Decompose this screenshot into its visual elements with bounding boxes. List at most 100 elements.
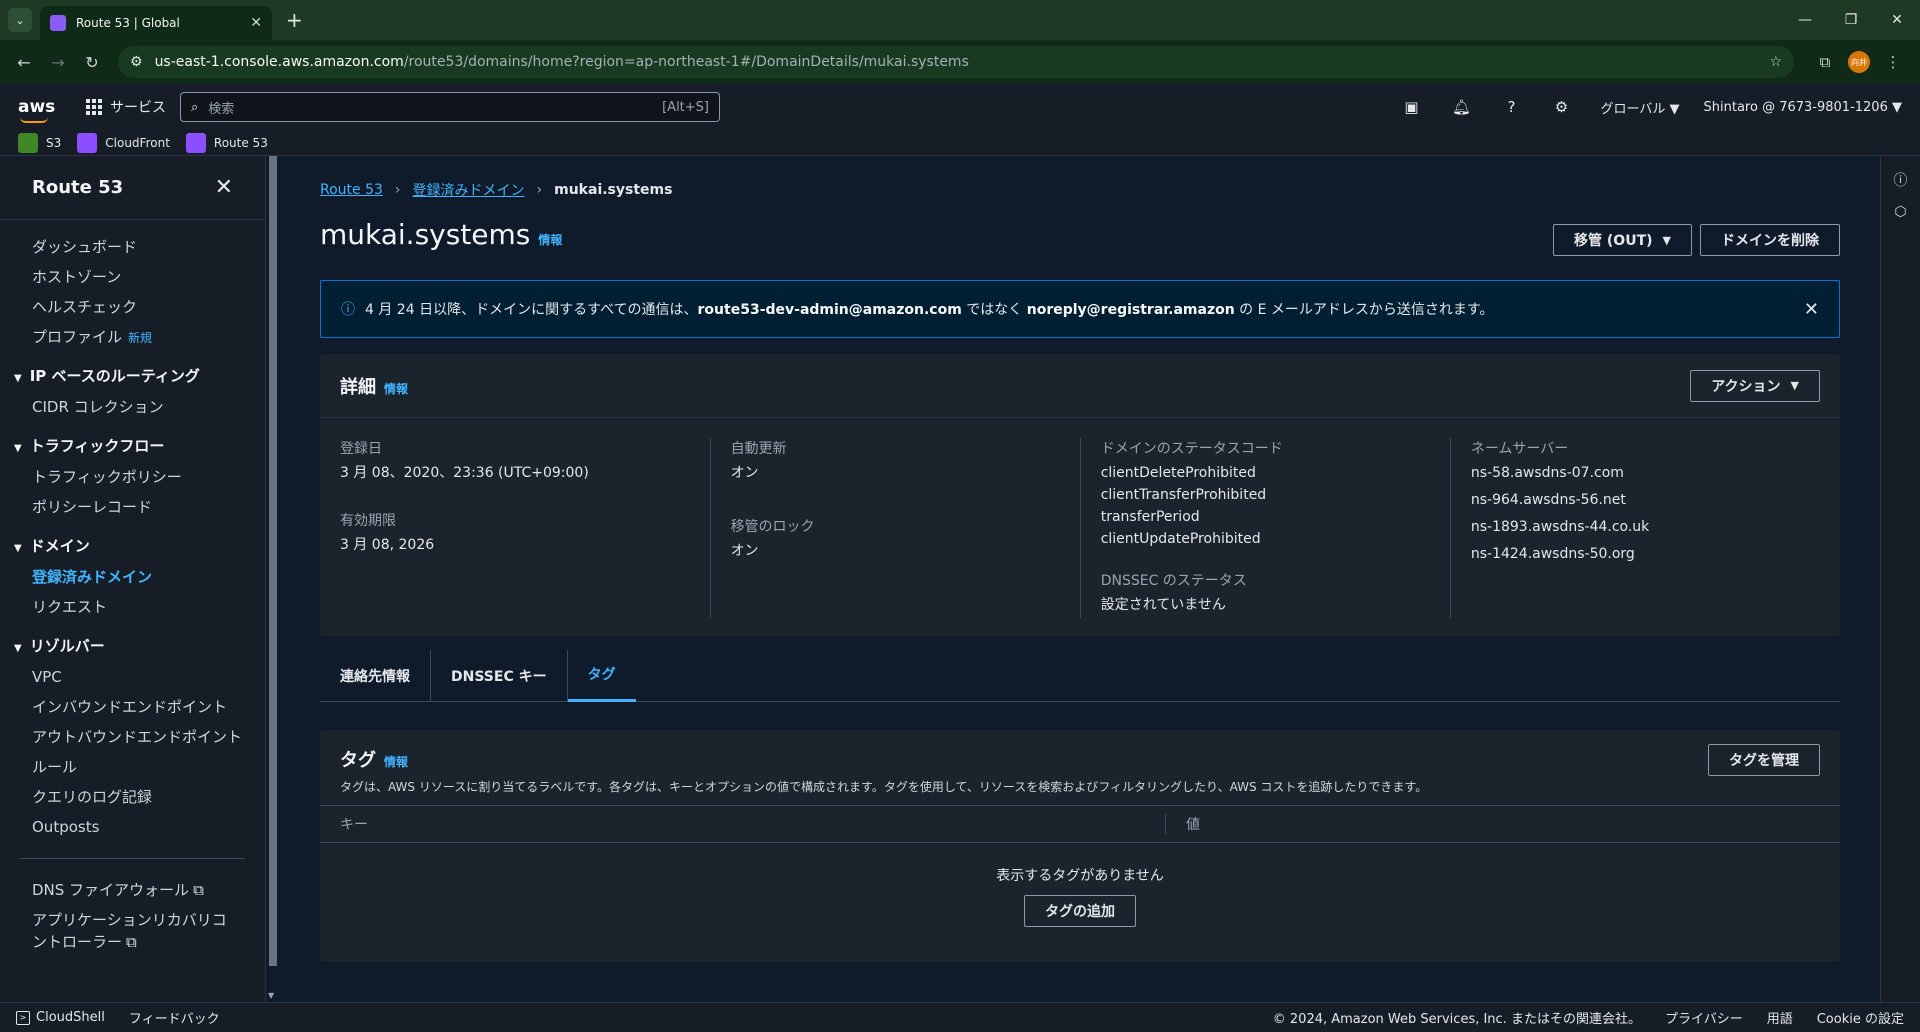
sidebar-scrollbar[interactable]: ▼ — [266, 156, 280, 1002]
info-link[interactable]: 情報 — [538, 233, 562, 247]
cloudshell-button[interactable]: > CloudShell — [16, 1010, 105, 1025]
cloudshell-terminal-icon: > — [16, 1010, 30, 1025]
restore-icon[interactable]: ❐ — [1828, 12, 1874, 28]
sidebar-item-health-checks[interactable]: ヘルスチェック — [0, 292, 265, 322]
window-close-icon[interactable]: ✕ — [1874, 12, 1920, 28]
status-code: transferPeriod — [1100, 509, 1200, 525]
column-header-value: 値 — [1186, 817, 1200, 833]
account-label: Shintaro @ 7673-9801-1206 — [1703, 99, 1888, 115]
sidebar-item-profiles[interactable]: プロファイル 新規 — [0, 322, 265, 352]
sidebar-item-query-logging[interactable]: クエリのログ記録 — [0, 782, 265, 812]
cloudshell-icon[interactable]: ▣ — [1387, 98, 1437, 116]
button-label: 移管 (OUT) — [1574, 233, 1653, 249]
sidebar-item-rules[interactable]: ルール — [0, 752, 265, 782]
sidebar-section-ip-routing[interactable]: ▼ IP ベースのルーティング — [0, 360, 265, 392]
new-badge: 新規 — [128, 331, 153, 345]
info-panel-icon[interactable]: ⓘ — [1881, 170, 1920, 190]
sidebar-item-dashboard[interactable]: ダッシュボード — [0, 232, 265, 262]
details-col-status: ドメインのステータスコード clientDeleteProhibited cli… — [1079, 438, 1450, 618]
settings-hex-icon[interactable]: ⬡ — [1881, 204, 1920, 220]
search-placeholder: 検索 — [208, 101, 235, 117]
caret-down-icon: ▼ — [1790, 379, 1799, 392]
tags-table-header: キー 値 — [320, 805, 1840, 843]
privacy-link[interactable]: プライバシー — [1665, 1008, 1743, 1027]
scroll-down-arrow-icon[interactable]: ▼ — [268, 991, 274, 1000]
notifications-bell-icon[interactable]: 🔔︎ — [1437, 98, 1487, 116]
section-label: IP ベースのルーティング — [29, 367, 200, 385]
settings-gear-icon[interactable]: ⚙ — [1537, 98, 1587, 116]
flash-dismiss-icon[interactable]: ✕ — [1804, 299, 1819, 320]
breadcrumb-registered-domains[interactable]: 登録済みドメイン — [413, 180, 525, 200]
tab-contact-info[interactable]: 連絡先情報 — [320, 649, 431, 702]
sidebar-close-icon[interactable]: ✕ — [215, 175, 233, 200]
manage-tags-button[interactable]: タグを管理 — [1708, 744, 1820, 776]
forward-icon[interactable]: → — [44, 53, 72, 72]
sidebar-item-cidr[interactable]: CIDR コレクション — [0, 392, 265, 422]
sidebar-title[interactable]: Route 53 — [32, 177, 123, 198]
favorite-label: CloudFront — [105, 135, 170, 150]
tab-close-icon[interactable]: ✕ — [250, 15, 262, 31]
transfer-out-button[interactable]: 移管 (OUT) ▼ — [1553, 224, 1692, 256]
scrollbar-thumb[interactable] — [269, 156, 277, 966]
delete-domain-button[interactable]: ドメインを削除 — [1700, 224, 1840, 256]
site-info-icon[interactable]: ⚙ — [130, 54, 143, 70]
help-icon[interactable]: ? — [1487, 98, 1537, 116]
tags-info-link[interactable]: 情報 — [384, 755, 408, 769]
terms-link[interactable]: 用語 — [1767, 1008, 1793, 1027]
favorite-label: Route 53 — [213, 135, 268, 150]
favorite-cloudfront[interactable]: CloudFront — [77, 132, 170, 153]
sidebar-item-label: プロファイル — [32, 328, 123, 346]
favorite-s3[interactable]: S3 — [18, 132, 62, 153]
sidebar-item-outposts[interactable]: Outposts — [0, 812, 265, 842]
favorite-label: S3 — [46, 135, 62, 150]
add-tag-button[interactable]: タグの追加 — [1024, 895, 1136, 927]
actions-button[interactable]: アクション ▼ — [1690, 369, 1820, 402]
browser-tab-active[interactable]: Route 53 | Global ✕ — [40, 6, 272, 40]
sidebar-section-domains[interactable]: ▼ ドメイン — [0, 530, 265, 562]
url-field[interactable]: ⚙ us-east-1.console.aws.amazon.com /rout… — [118, 46, 1794, 78]
extensions-icon[interactable]: ⧉ — [1808, 53, 1842, 71]
section-label: トラフィックフロー — [29, 437, 165, 455]
sidebar-item-registered-domains[interactable]: 登録済みドメイン — [0, 562, 265, 592]
sidebar-section-resolver[interactable]: ▼ リゾルバー — [0, 630, 265, 662]
tags-panel: タグ 情報 タグは、AWS リソースに割り当てるラベルです。各タグは、キーとオプシ… — [320, 730, 1840, 962]
sidebar-item-vpc[interactable]: VPC — [0, 662, 265, 692]
button-label: タグを管理 — [1729, 753, 1799, 769]
favorite-route53[interactable]: Route 53 — [185, 132, 268, 153]
sidebar-item-outbound-endpoints[interactable]: アウトバウンドエンドポイント — [0, 722, 265, 752]
grid-icon — [86, 99, 102, 115]
copyright-text: © 2024, Amazon Web Services, Inc. またはその関… — [1272, 1012, 1641, 1027]
breadcrumb-route53[interactable]: Route 53 — [320, 182, 383, 198]
tab-search-button[interactable]: ⌄ — [8, 8, 32, 32]
breadcrumb-current: mukai.systems — [554, 182, 673, 198]
window-controls: — ❐ ✕ — [1782, 0, 1920, 40]
sidebar-item-dns-firewall[interactable]: DNS ファイアウォール ⧉ — [0, 879, 240, 901]
status-code: clientDeleteProhibited — [1100, 465, 1256, 481]
back-icon[interactable]: ← — [10, 53, 38, 72]
sidebar-item-hosted-zones[interactable]: ホストゾーン — [0, 262, 265, 292]
services-menu-button[interactable]: サービス — [86, 97, 166, 117]
reload-icon[interactable]: ↻ — [78, 53, 106, 72]
bookmark-star-icon[interactable]: ☆ — [1769, 54, 1782, 70]
profile-avatar[interactable]: 向井 — [1848, 51, 1870, 73]
sidebar-item-policy-records[interactable]: ポリシーレコード — [0, 492, 265, 522]
section-label: ドメイン — [29, 537, 90, 555]
sidebar-item-recovery-controller[interactable]: アプリケーションリカバリコントローラー ⧉ — [0, 909, 240, 953]
tab-tags[interactable]: タグ — [567, 650, 636, 702]
details-info-link[interactable]: 情報 — [384, 382, 408, 396]
search-input[interactable]: ⌕ 検索 [Alt+S] — [180, 92, 720, 122]
minimize-icon[interactable]: — — [1782, 12, 1828, 28]
chevron-right-icon: › — [536, 182, 543, 198]
sidebar-item-traffic-policies[interactable]: トラフィックポリシー — [0, 462, 265, 492]
account-menu[interactable]: Shintaro @ 7673-9801-1206 ▼ — [1704, 100, 1902, 115]
region-selector[interactable]: グローバル ▼ — [1601, 98, 1680, 117]
browser-menu-icon[interactable]: ⋮ — [1876, 53, 1910, 71]
aws-logo[interactable]: aws — [18, 97, 66, 123]
new-tab-icon[interactable]: + — [286, 8, 303, 32]
sidebar-section-traffic-flow[interactable]: ▼ トラフィックフロー — [0, 430, 265, 462]
tab-dnssec-keys[interactable]: DNSSEC キー — [431, 649, 568, 702]
sidebar-item-requests[interactable]: リクエスト — [0, 592, 265, 622]
sidebar-item-inbound-endpoints[interactable]: インバウンドエンドポイント — [0, 692, 265, 722]
feedback-link[interactable]: フィードバック — [129, 1008, 220, 1027]
cookie-settings-link[interactable]: Cookie の設定 — [1817, 1008, 1904, 1027]
